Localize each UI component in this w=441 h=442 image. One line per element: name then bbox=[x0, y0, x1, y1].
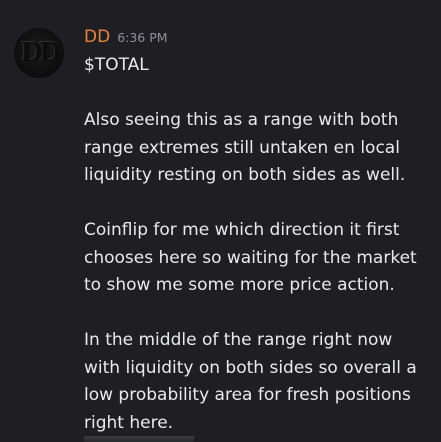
message-paragraph: $TOTAL bbox=[84, 55, 149, 75]
chat-message: DD DD 6:36 PM $TOTAL Also seeing this as … bbox=[0, 0, 441, 442]
avatar[interactable]: DD bbox=[14, 28, 64, 78]
next-message-partial bbox=[84, 436, 194, 442]
avatar-logo: DD bbox=[20, 38, 61, 68]
username[interactable]: DD bbox=[84, 27, 110, 47]
message-paragraph: Coinflip for me which direction it first… bbox=[84, 220, 417, 295]
timestamp[interactable]: 6:36 PM bbox=[117, 30, 167, 45]
message-paragraph: In the middle of the range right now wit… bbox=[84, 330, 417, 433]
message-header: DD 6:36 PM bbox=[84, 27, 168, 49]
message-paragraph: Also seeing this as a range with both ra… bbox=[84, 110, 406, 185]
message-content: $TOTAL Also seeing this as a range with … bbox=[84, 52, 424, 437]
